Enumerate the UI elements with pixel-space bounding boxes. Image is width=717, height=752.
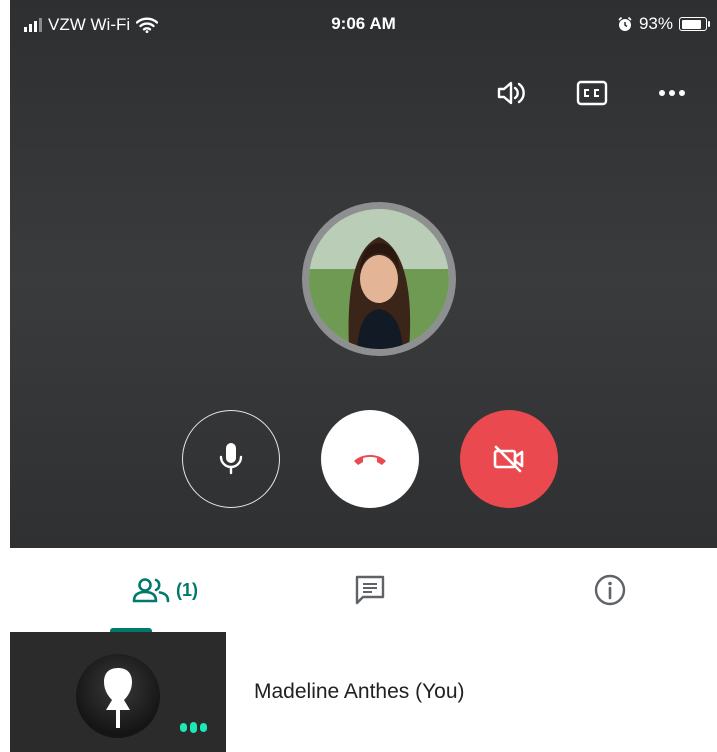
caller-avatar-photo <box>309 209 449 349</box>
call-top-actions <box>495 78 689 108</box>
tab-chat[interactable] <box>270 548 470 632</box>
closed-captions-icon <box>576 80 608 106</box>
speaking-indicator-icon <box>180 722 207 733</box>
participant-avatar <box>76 654 160 738</box>
speaker-button[interactable] <box>495 78 529 108</box>
phone-hangup-icon <box>354 455 386 465</box>
microphone-icon <box>219 443 243 475</box>
hang-up-button[interactable] <box>321 410 419 508</box>
battery-icon <box>679 17 710 31</box>
people-count: (1) <box>176 579 198 600</box>
status-bar: VZW Wi-Fi 9:06 AM 93% <box>10 0 717 52</box>
battery-percent: 93% <box>638 14 673 33</box>
more-options-icon <box>659 90 685 96</box>
status-right: 93% <box>617 14 710 34</box>
participant-row[interactable]: Madeline Anthes (You) <box>10 632 717 752</box>
camera-off-icon <box>493 445 524 473</box>
speaker-icon <box>497 81 525 105</box>
caller-portrait <box>309 209 449 349</box>
mute-button[interactable] <box>182 410 280 508</box>
tab-bar: (1) <box>10 548 717 633</box>
camera-toggle-button[interactable] <box>460 410 558 508</box>
alarm-icon <box>618 16 632 31</box>
more-options-button[interactable] <box>655 78 689 108</box>
caller-avatar <box>302 202 456 356</box>
participant-video-tile <box>10 632 226 752</box>
info-icon <box>594 574 626 606</box>
status-time: 9:06 AM <box>331 14 396 33</box>
chat-icon <box>355 575 385 605</box>
participant-name: Madeline Anthes (You) <box>254 680 465 703</box>
pin-icon <box>104 668 132 728</box>
call-area: VZW Wi-Fi 9:06 AM 93% <box>10 0 717 548</box>
tab-people[interactable]: (1) <box>70 548 260 632</box>
people-icon <box>132 578 170 603</box>
captions-button[interactable] <box>575 78 609 108</box>
tab-info[interactable] <box>510 548 710 632</box>
